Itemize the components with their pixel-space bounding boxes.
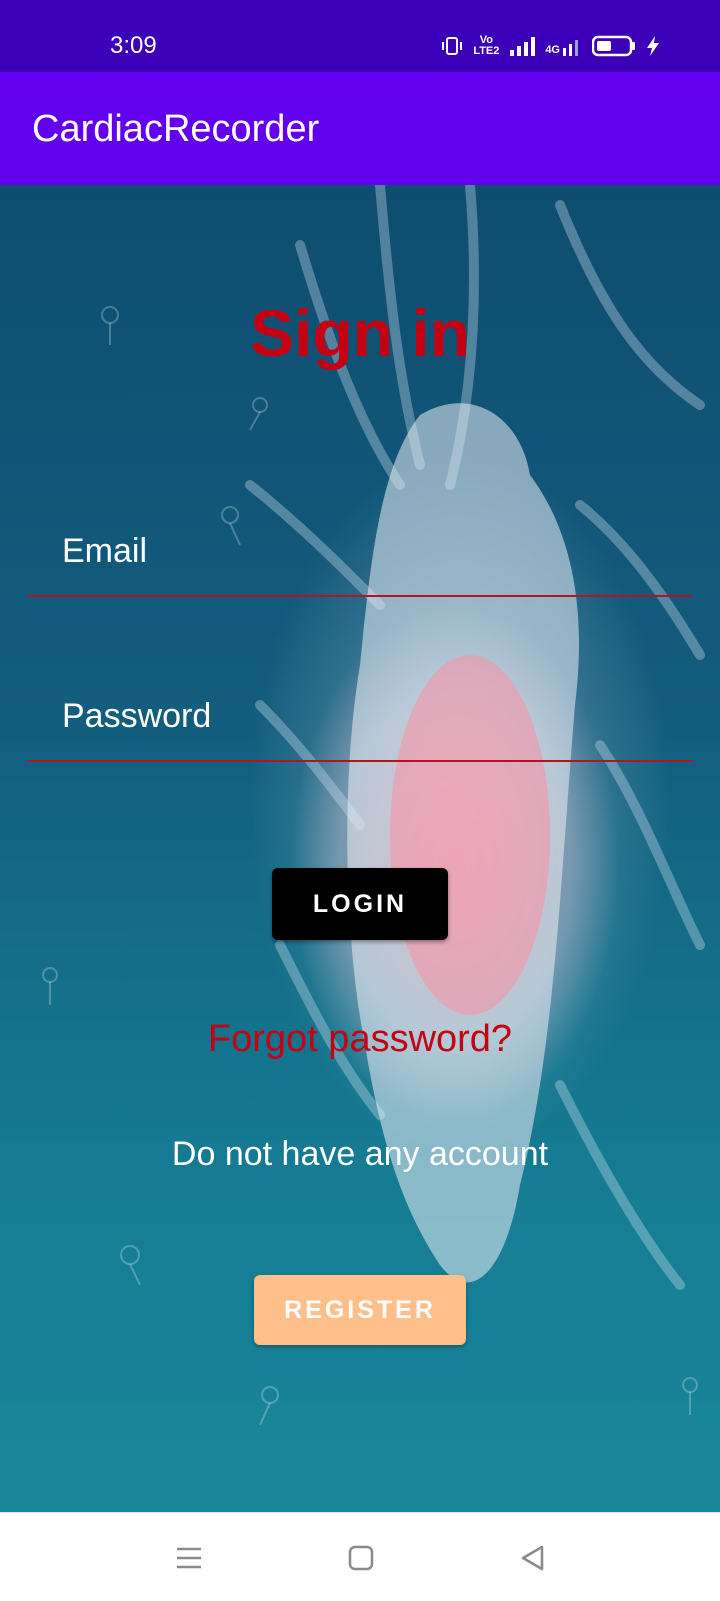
status-time: 3:09: [110, 32, 157, 59]
password-field: [28, 680, 692, 762]
email-field: [28, 515, 692, 597]
network-type-label: 4G: [545, 44, 560, 56]
login-button[interactable]: LOGIN: [272, 868, 448, 940]
menu-icon[interactable]: [166, 1535, 212, 1581]
system-nav-bar: [0, 1512, 720, 1601]
signin-screen: Sign in LOGIN Forgot password? Do not ha…: [0, 185, 720, 1512]
vibrate-icon: [441, 35, 463, 57]
signin-title: Sign in: [250, 296, 470, 370]
back-triangle-icon[interactable]: [510, 1535, 556, 1581]
4g-signal-icon: 4G: [545, 36, 582, 56]
home-square-icon[interactable]: [338, 1535, 384, 1581]
app-bar: CardiacRecorder: [0, 72, 720, 185]
signal-icon: [509, 36, 536, 56]
status-icons: Vo LTE2 4G: [441, 34, 660, 58]
volte-icon: Vo LTE2: [473, 34, 500, 57]
status-bar: 3:09 Vo LTE2 4G: [0, 0, 720, 72]
password-input[interactable]: [60, 680, 664, 752]
no-account-text: Do not have any account: [171, 1135, 549, 1173]
charging-icon: [646, 35, 660, 57]
battery-icon: [592, 35, 636, 57]
app-title: CardiacRecorder: [32, 108, 320, 150]
register-button[interactable]: REGISTER: [254, 1275, 466, 1345]
forgot-password-link[interactable]: Forgot password?: [0, 1018, 720, 1061]
email-input[interactable]: [60, 515, 664, 587]
